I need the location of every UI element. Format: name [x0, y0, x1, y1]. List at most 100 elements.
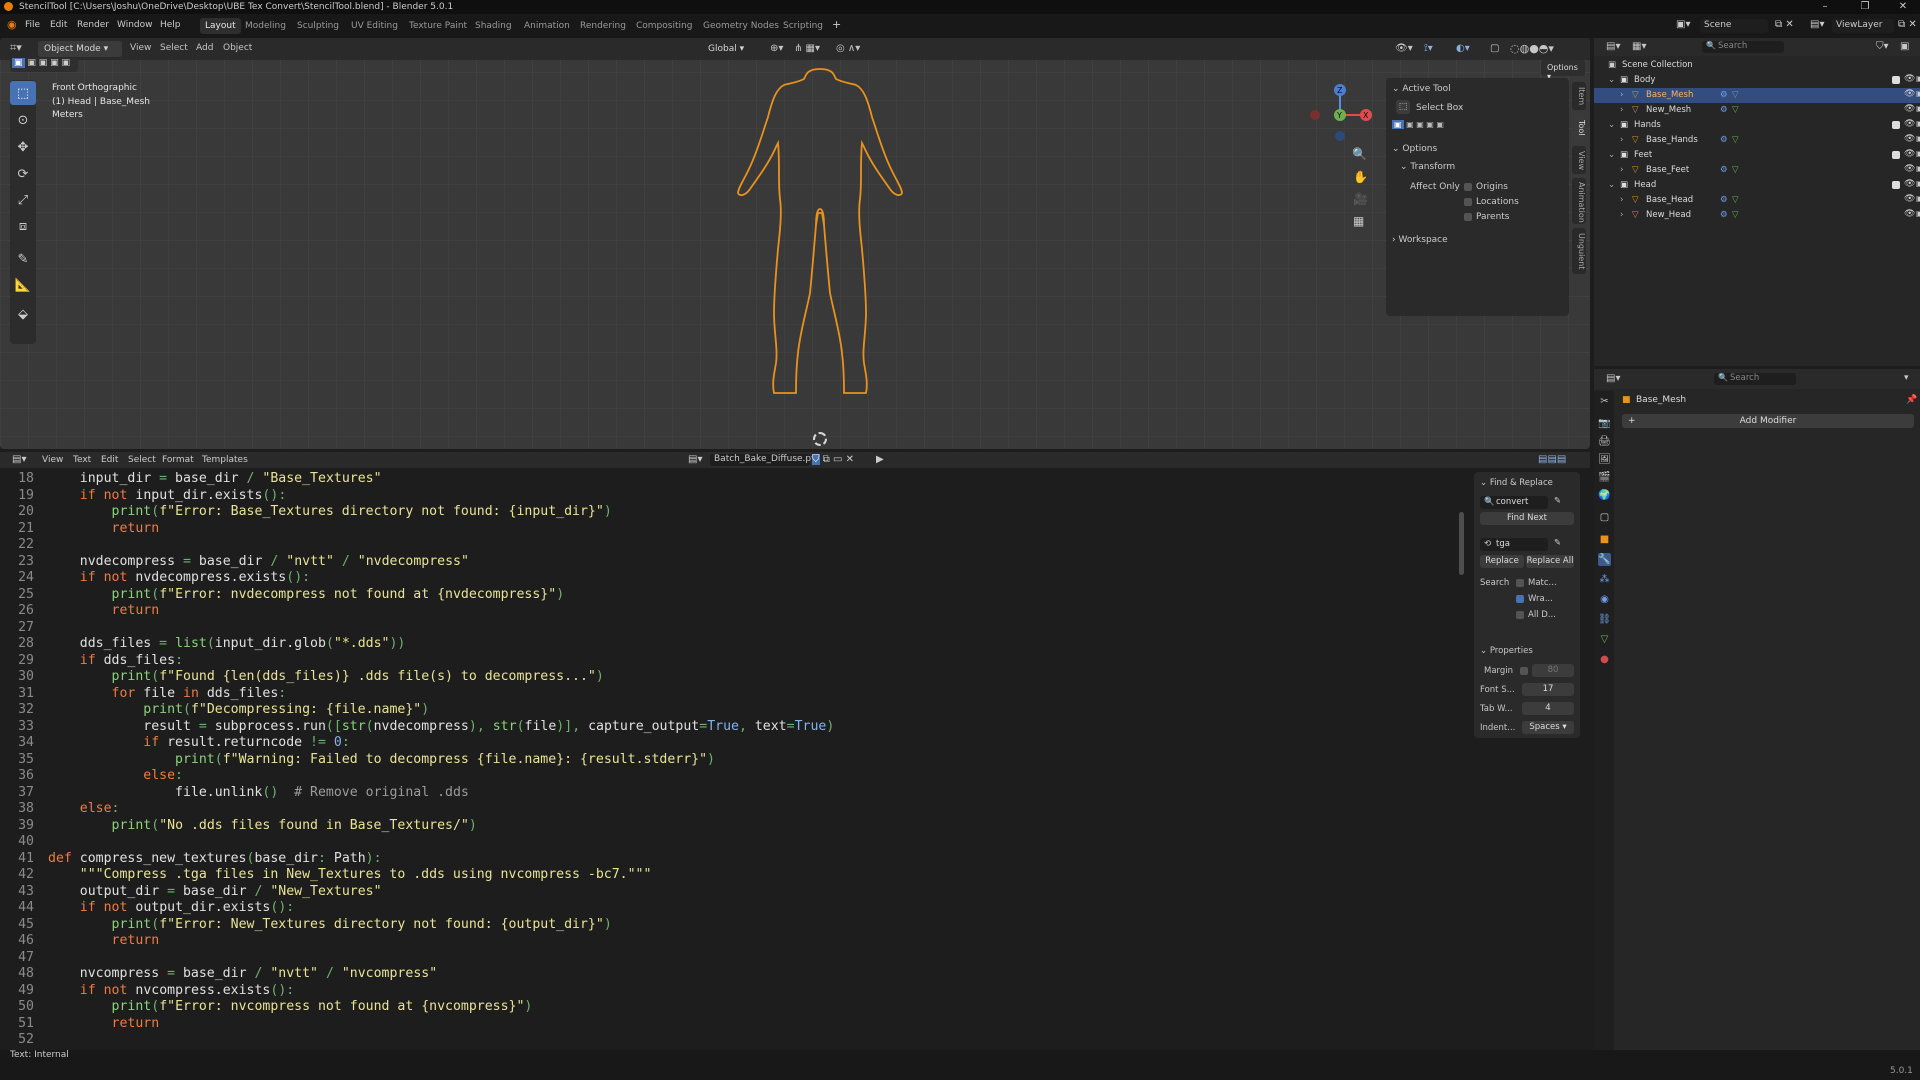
camera-icon[interactable]: ▣	[1916, 194, 1920, 203]
tab-modeling[interactable]: Modeling	[240, 18, 291, 34]
code-line[interactable]: if not nvdecompress.exists():	[48, 570, 310, 585]
chevron-right-icon[interactable]: ›	[1620, 195, 1623, 205]
viewport-menu-select[interactable]: Select	[160, 43, 188, 53]
tab-width-value[interactable]: 4	[1522, 702, 1574, 715]
camera-icon[interactable]: ▣	[1916, 179, 1920, 188]
outliner-object-row[interactable]: › ▽ New_Mesh ⚙ ▽ 👁 ▣	[1594, 103, 1920, 118]
eye-icon[interactable]: 👁	[1904, 149, 1915, 159]
outliner-object-row[interactable]: › ▽ New_Head ⚙ ▽ 👁 ▣	[1594, 208, 1920, 223]
eye-icon[interactable]: 👁	[1904, 164, 1915, 174]
eye-icon[interactable]: 👁	[1904, 89, 1915, 99]
parents-checkbox[interactable]	[1464, 213, 1472, 221]
camera-icon[interactable]: ▣	[1916, 119, 1920, 128]
modifier-icon[interactable]: ⚙	[1720, 165, 1728, 175]
sidebar-tab-unguient[interactable]: Unguient	[1572, 228, 1586, 274]
outliner-object-row[interactable]: › ▽ Base_Mesh ⚙ ▽ 👁 ▣	[1594, 88, 1920, 103]
code-line[interactable]: print(f"Error: Base_Textures directory n…	[48, 504, 612, 519]
3d-viewport[interactable]: ⌗▾ Object Mode ▾ View Select Add Object …	[0, 38, 1590, 449]
blender-menu-icon[interactable]: ◉	[7, 18, 17, 31]
chevron-right-icon[interactable]: ›	[1620, 210, 1623, 220]
object-tab-icon[interactable]: ■	[1598, 533, 1611, 546]
select-box-icon[interactable]: ⬚	[1396, 100, 1410, 114]
code-line[interactable]: print(f"Found {len(dds_files)} .dds file…	[48, 669, 604, 684]
options-header[interactable]: ⌄ Options	[1392, 144, 1437, 154]
code-line[interactable]: nvcompress = base_dir / "nvtt" / "nvcomp…	[48, 966, 437, 981]
chevron-down-icon[interactable]: ⌄	[1608, 120, 1615, 130]
camera-icon[interactable]: ▣	[1916, 149, 1920, 158]
find-next-button[interactable]: Find Next	[1480, 512, 1574, 525]
editor-type-icon[interactable]: ⌗▾	[10, 41, 22, 55]
sidebar-tab-animation[interactable]: Animation	[1572, 178, 1586, 224]
options-dropdown[interactable]: Options ▾	[1541, 60, 1585, 81]
annotate-tool-icon[interactable]: ✎	[10, 247, 36, 271]
scale-tool-icon[interactable]: ⤢	[10, 188, 36, 212]
camera-icon[interactable]: ▣	[1916, 134, 1920, 143]
viewport-menu-object[interactable]: Object	[223, 43, 252, 53]
code-line[interactable]: return	[48, 603, 160, 618]
code-line[interactable]: """Compress .tga files in New_Textures t…	[48, 867, 652, 882]
transform-orientation-dropdown[interactable]: Global ▾	[702, 41, 766, 57]
move-tool-icon[interactable]: ✥	[10, 135, 36, 159]
text-browse-icon[interactable]: ▤▾	[688, 454, 702, 465]
camera-icon[interactable]: ▣	[1916, 164, 1920, 173]
outliner-object-row[interactable]: › ▽ Base_Feet ⚙ ▽ 👁 ▣	[1594, 163, 1920, 178]
outliner-object-row[interactable]: › ▽ Base_Hands ⚙ ▽ 👁 ▣	[1594, 133, 1920, 148]
workspace-header[interactable]: › Workspace	[1392, 235, 1448, 245]
outliner-collection-row[interactable]: ⌄ ▣ Feet 👁 ▣	[1594, 148, 1920, 163]
eye-icon[interactable]: 👁	[1904, 194, 1915, 204]
measure-tool-icon[interactable]: 📐	[10, 273, 36, 297]
new-view-layer-icon[interactable]: ⧉ ✕	[1898, 19, 1917, 30]
chevron-right-icon[interactable]: ›	[1620, 135, 1623, 145]
navigation-gizmo[interactable]: Z Y X	[1300, 80, 1380, 150]
pan-icon[interactable]: ✋	[1353, 170, 1368, 184]
camera-view-icon[interactable]: 🎥	[1353, 192, 1368, 206]
data-tab-icon[interactable]: ▽	[1598, 633, 1611, 646]
find-replace-header[interactable]: ⌄ Find & Replace	[1480, 478, 1553, 488]
pivot-icon[interactable]: ⊕▾	[770, 43, 783, 54]
eye-icon[interactable]: 👁	[1904, 134, 1915, 144]
code-line[interactable]: result = subprocess.run([str(nvdecompres…	[48, 719, 834, 734]
mesh-data-icon[interactable]: ▽	[1732, 90, 1739, 100]
modifier-icon[interactable]: ⚙	[1720, 90, 1728, 100]
font-size-value[interactable]: 17	[1522, 683, 1574, 696]
selection-mode-buttons[interactable]: ▣ ▣ ▣ ▣ ▣	[1392, 120, 1480, 132]
viewport-menu-view[interactable]: View	[130, 43, 151, 53]
visibility-icon[interactable]: 👁▾	[1395, 43, 1413, 54]
properties-header[interactable]: ⌄ Properties	[1480, 646, 1533, 656]
code-line[interactable]: for file in dds_files:	[48, 686, 287, 701]
tab-texture-paint[interactable]: Texture Paint	[404, 18, 472, 34]
eye-icon[interactable]: 👁	[1904, 179, 1915, 189]
view-layer-name[interactable]: ViewLayer	[1832, 19, 1894, 33]
new-scene-icon[interactable]: ⧉ ✕	[1775, 19, 1794, 30]
pin-icon[interactable]: 📌	[1906, 395, 1917, 405]
select-mode-buttons[interactable]: ▣ ▣ ▣ ▣ ▣	[10, 58, 78, 72]
overlay-toggle-icon[interactable]: ◐▾	[1456, 43, 1470, 54]
modifier-icon[interactable]: ⚙	[1720, 135, 1728, 145]
code-line[interactable]: else:	[48, 768, 183, 783]
code-line[interactable]: print(f"Warning: Failed to decompress {f…	[48, 752, 715, 767]
modifier-icon[interactable]: ⚙	[1720, 210, 1728, 220]
find-eyedropper-icon[interactable]: ✎	[1554, 496, 1561, 506]
text-menu-format[interactable]: Format	[162, 455, 194, 465]
view-layer-icon[interactable]: ▤▾	[1810, 19, 1824, 30]
snap-icon[interactable]: ⋔ ▦▾	[794, 43, 820, 54]
eye-icon[interactable]: 👁	[1904, 119, 1915, 129]
properties-type-icon[interactable]: ▤▾	[1606, 373, 1620, 384]
chevron-right-icon[interactable]: ›	[1620, 165, 1623, 175]
code-line[interactable]: return	[48, 521, 160, 536]
sidebar-tab-tool[interactable]: Tool	[1572, 114, 1586, 142]
select-new-icon[interactable]: ▣	[12, 58, 25, 68]
text-file-buttons[interactable]: ⛉ ⧉ ▭ ✕	[812, 454, 854, 465]
menu-file[interactable]: File	[25, 20, 40, 30]
xray-icon[interactable]: ▢	[1490, 43, 1499, 54]
mode-dropdown[interactable]: Object Mode ▾	[38, 41, 122, 57]
camera-icon[interactable]: ▣	[1916, 89, 1920, 98]
tab-shading[interactable]: Shading	[470, 18, 517, 34]
wrap-around-checkbox[interactable]	[1516, 595, 1524, 603]
text-menu-view[interactable]: View	[42, 455, 63, 465]
collection-exclude-checkbox[interactable]	[1892, 76, 1900, 84]
code-line[interactable]: if not nvcompress.exists():	[48, 983, 294, 998]
cursor-tool-icon[interactable]: ⊙	[10, 108, 36, 132]
text-scrollbar[interactable]	[1459, 512, 1464, 575]
tab-geometry-nodes[interactable]: Geometry Nodes	[698, 18, 784, 34]
